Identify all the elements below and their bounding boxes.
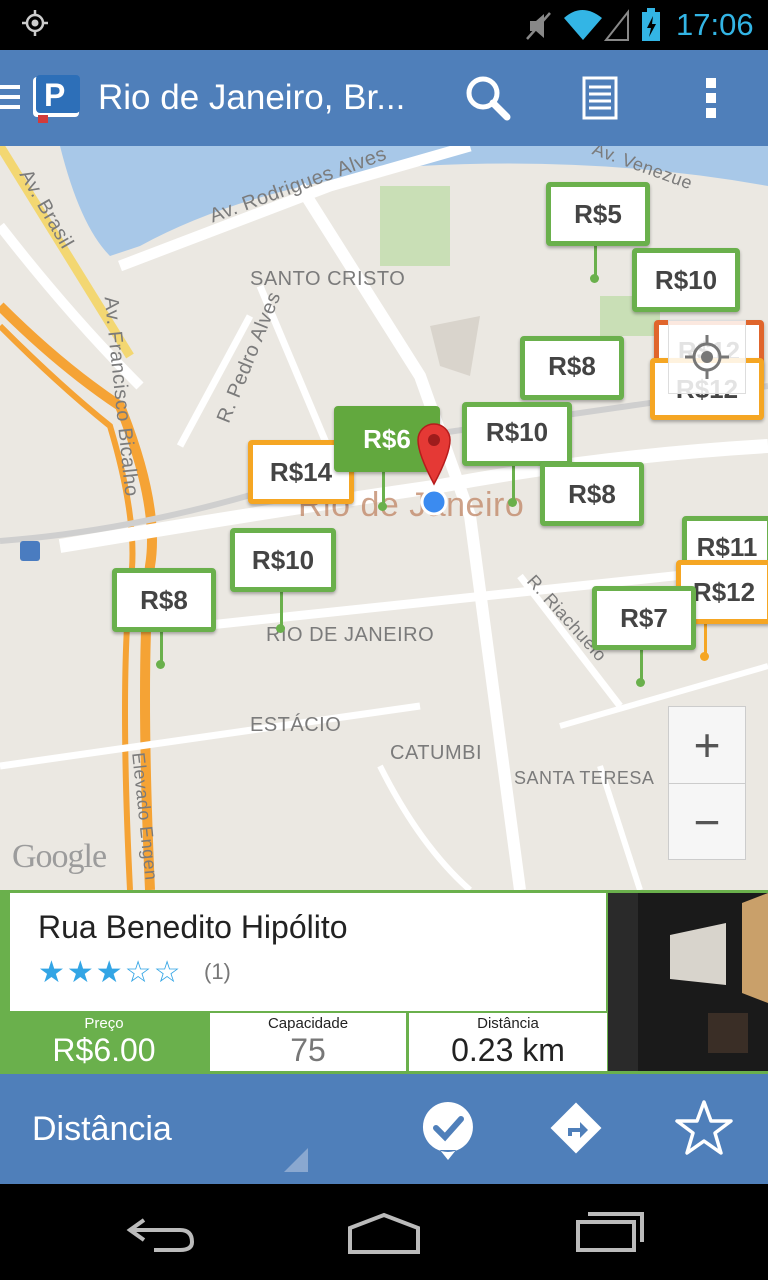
distance-stat: Distância 0.23 km xyxy=(408,1013,607,1071)
my-location-button[interactable] xyxy=(668,320,746,394)
sort-dropdown[interactable]: Distância xyxy=(32,1110,172,1149)
price-pin[interactable]: R$10 xyxy=(632,248,740,312)
directions-icon[interactable] xyxy=(548,1100,604,1156)
zoom-in-button[interactable]: + xyxy=(669,707,745,784)
clock: 17:06 xyxy=(676,7,754,42)
capacity-value: 75 xyxy=(290,1032,326,1068)
home-icon[interactable] xyxy=(346,1212,422,1254)
parking-detail-card[interactable]: Rua Benedito Hipólito ★★★☆☆ (1) Preço R$… xyxy=(0,890,768,1074)
distance-value: 0.23 km xyxy=(451,1032,565,1068)
my-location-icon xyxy=(685,335,729,379)
district-label: SANTO CRISTO xyxy=(250,268,406,290)
capacity-label: Capacidade xyxy=(267,1015,349,1032)
price-value: R$6.00 xyxy=(52,1032,156,1068)
distance-label: Distância xyxy=(477,1015,539,1032)
district-label: RIO DE JANEIRO xyxy=(266,624,435,646)
parking-info: Rua Benedito Hipólito ★★★☆☆ (1) xyxy=(10,893,606,1011)
bottom-toolbar: Distância xyxy=(0,1074,768,1184)
overflow-menu-icon[interactable] xyxy=(686,72,738,124)
price-pin[interactable]: R$10 xyxy=(462,402,572,466)
current-location-dot xyxy=(420,488,448,516)
back-icon[interactable] xyxy=(124,1214,196,1254)
list-view-icon[interactable] xyxy=(574,72,626,124)
district-label: SANTA TERESA xyxy=(514,768,655,788)
action-bar: P Rio de Janeiro, Br... xyxy=(0,50,768,146)
search-icon[interactable] xyxy=(462,72,514,124)
drawer-icon[interactable] xyxy=(0,85,20,115)
favorite-star-icon[interactable] xyxy=(674,1098,734,1158)
mute-icon xyxy=(526,12,551,40)
system-nav-bar xyxy=(0,1184,768,1280)
dropdown-corner-icon xyxy=(284,1148,308,1172)
parking-photo-image xyxy=(608,893,768,1071)
map-marker-icon[interactable] xyxy=(414,420,454,486)
recents-icon[interactable] xyxy=(574,1210,646,1254)
svg-text:P: P xyxy=(44,77,65,113)
status-bar: 17:06 xyxy=(0,0,768,50)
parking-name: Rua Benedito Hipólito xyxy=(38,909,348,945)
price-pin[interactable]: R$8 xyxy=(540,462,644,526)
battery-icon xyxy=(642,8,660,41)
zoom-controls: + − xyxy=(668,706,746,860)
page-title[interactable]: Rio de Janeiro, Br... xyxy=(98,78,408,118)
district-label: CATUMBI xyxy=(390,742,483,764)
price-pin[interactable]: R$8 xyxy=(112,568,216,632)
review-count: (1) xyxy=(204,959,231,984)
price-label: Preço xyxy=(84,1015,124,1032)
google-attribution: Google xyxy=(12,838,107,875)
price-pin[interactable]: R$7 xyxy=(592,586,696,650)
map-view[interactable]: Av. Rodrigues Alves Av. Brasil SANTO CRI… xyxy=(0,146,768,890)
price-pin[interactable]: R$5 xyxy=(546,182,650,246)
gps-icon xyxy=(22,10,48,36)
zoom-out-button[interactable]: − xyxy=(669,784,745,860)
price-pin[interactable]: R$10 xyxy=(230,528,336,592)
price-pin[interactable]: R$8 xyxy=(520,336,624,400)
capacity-stat: Capacidade 75 xyxy=(210,1013,406,1071)
checkin-icon[interactable] xyxy=(420,1100,476,1162)
district-label: ESTÁCIO xyxy=(250,714,342,736)
app-logo-icon[interactable]: P xyxy=(30,73,84,123)
rating-stars: ★★★☆☆ xyxy=(38,956,183,989)
price-stat: Preço R$6.00 xyxy=(0,1013,208,1071)
parking-photo[interactable] xyxy=(608,893,768,1071)
wifi-icon xyxy=(564,9,629,41)
